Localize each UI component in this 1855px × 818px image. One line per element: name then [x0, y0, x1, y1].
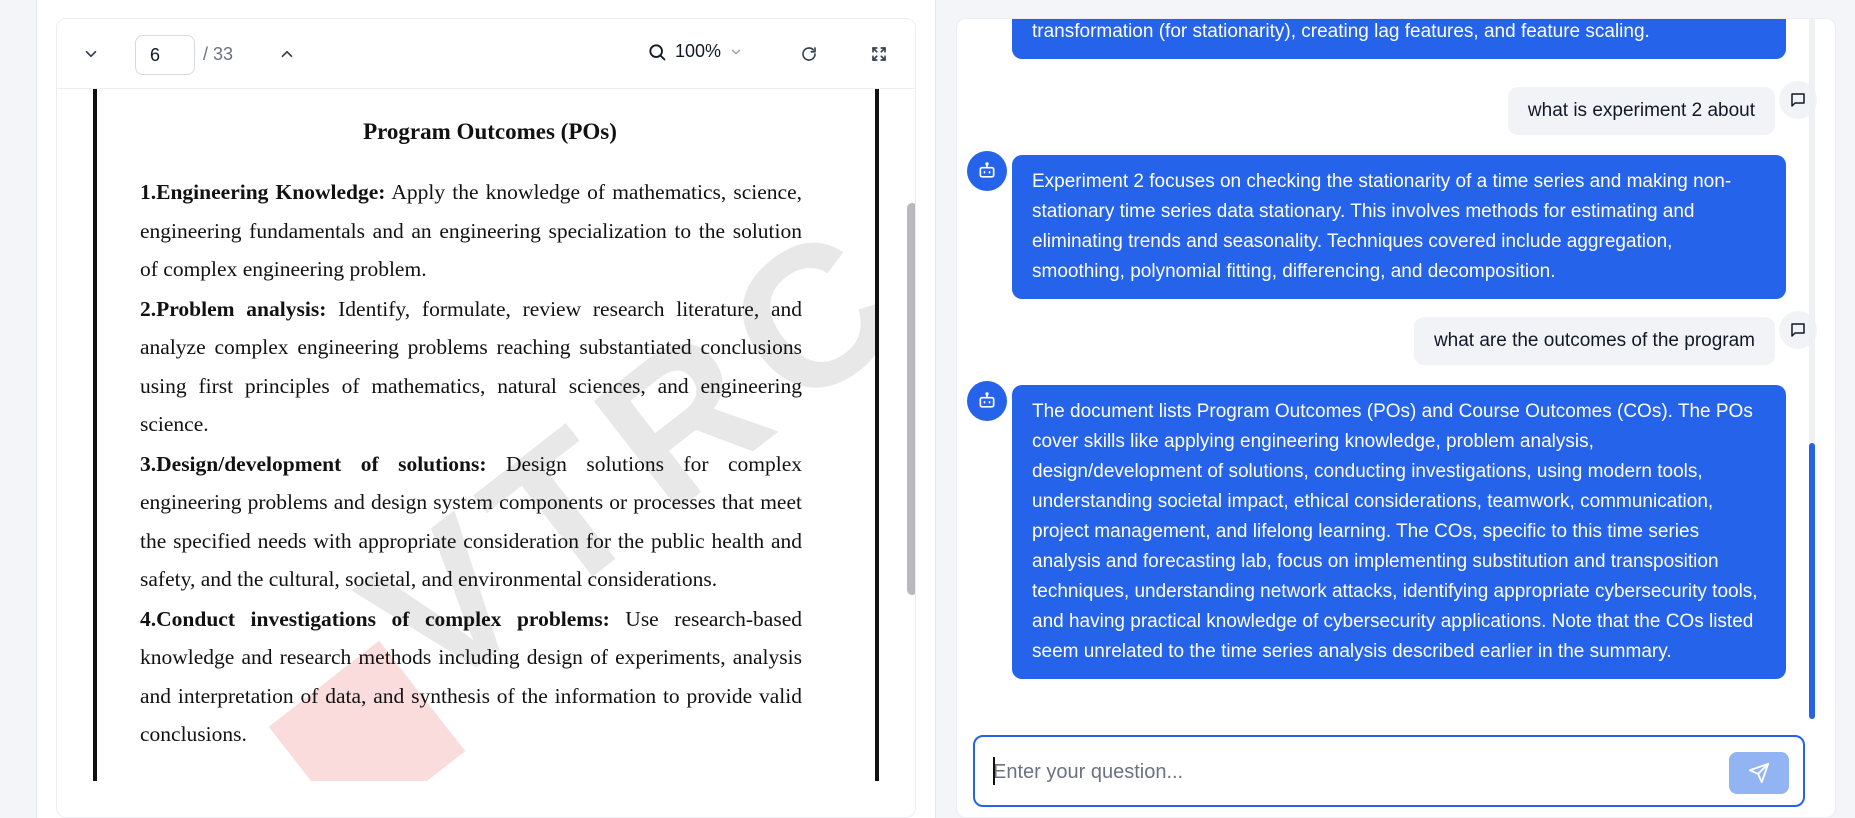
send-icon	[1748, 762, 1770, 784]
outcome-heading: Engineering Knowledge:	[156, 180, 386, 204]
outcome-item: 4.Conduct investigations of complex prob…	[140, 606, 802, 747]
chevron-down-icon	[731, 49, 741, 54]
search-icon	[649, 43, 666, 60]
bot-icon	[979, 392, 995, 408]
feedback-icon	[1791, 93, 1805, 107]
user-message: what is experiment 2 about	[1507, 87, 1775, 135]
chat-panel: transformation (for stationarity), creat…	[956, 18, 1836, 818]
send-button[interactable]	[1729, 752, 1789, 794]
document-area[interactable]: VTRC Program Outcomes (POs) 1.Engineerin…	[57, 89, 915, 817]
refresh-icon	[802, 47, 816, 61]
bot-message: Experiment 2 focuses on checking the sta…	[1012, 155, 1786, 299]
text-caret	[993, 757, 995, 785]
question-input[interactable]	[993, 755, 1693, 789]
chevron-down-icon	[85, 50, 97, 58]
bot-message-text: The document lists Program Outcomes (POs…	[1032, 401, 1758, 662]
outcome-heading: Conduct investigations of complex proble…	[156, 606, 610, 631]
bot-message-text: Experiment 2 focuses on checking the sta…	[1032, 171, 1732, 282]
feedback-icon	[1791, 323, 1805, 337]
fullscreen-icon	[872, 47, 886, 61]
document-body: 1.Engineering Knowledge: Apply the knowl…	[140, 173, 802, 755]
app: / 33 100% VTRC Program Outcomes (POs)	[0, 0, 1855, 818]
outcome-item: 2.Problem analysis: Identify, formulate,…	[140, 296, 802, 437]
document-page: VTRC Program Outcomes (POs) 1.Engineerin…	[93, 89, 879, 781]
zoom-dropdown[interactable]: 100%	[647, 41, 743, 62]
chevron-up-icon	[281, 50, 293, 58]
outcome-item: 3.Design/development of solutions: Desig…	[140, 451, 802, 592]
outcome-item: 1.Engineering Knowledge: Apply the knowl…	[140, 180, 802, 281]
user-message-text: what is experiment 2 about	[1527, 100, 1755, 121]
page-total: / 33	[203, 44, 234, 64]
bot-message: transformation (for stationarity), creat…	[1012, 19, 1786, 59]
outcome-heading: Design/development of solutions:	[156, 451, 487, 476]
bot-message: The document lists Program Outcomes (POs…	[1012, 385, 1786, 679]
bot-avatar	[967, 381, 1007, 421]
fullscreen-button[interactable]	[863, 38, 895, 70]
page-number-input[interactable]	[135, 35, 195, 75]
refresh-button[interactable]	[793, 38, 825, 70]
chat-scrollbar-thumb[interactable]	[1809, 443, 1815, 719]
viewer-toolbar: / 33 100%	[57, 19, 915, 89]
pdf-viewer: / 33 100% VTRC Program Outcomes (POs)	[56, 18, 916, 818]
question-input-box	[973, 735, 1805, 807]
bot-avatar	[967, 151, 1007, 191]
document-title: Program Outcomes (POs)	[363, 119, 617, 144]
user-message-text: what are the outcomes of the program	[1433, 330, 1755, 351]
zoom-level: 100%	[675, 41, 722, 61]
bot-icon	[979, 162, 995, 178]
next-page-button[interactable]	[75, 38, 107, 70]
outcome-heading: Problem analysis:	[156, 296, 327, 321]
document-scrollbar[interactable]	[907, 203, 915, 595]
previous-page-button[interactable]	[271, 38, 303, 70]
bot-message-text: transformation (for stationarity), creat…	[1032, 21, 1650, 42]
user-message: what are the outcomes of the program	[1413, 317, 1775, 365]
